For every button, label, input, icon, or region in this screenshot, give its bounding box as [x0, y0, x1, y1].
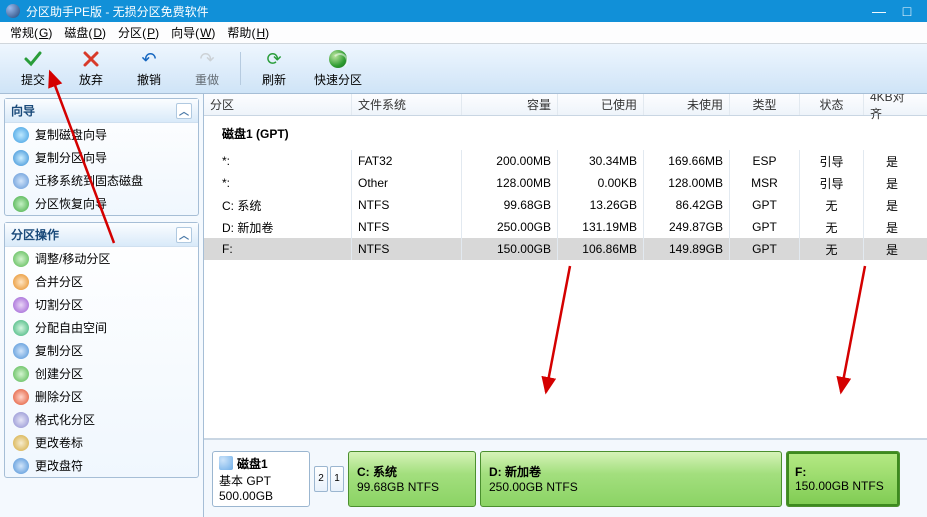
- allocate-icon: [13, 320, 29, 336]
- menu-general[interactable]: 常规(G): [4, 22, 58, 43]
- sidebar: 向导 ︿ 复制磁盘向导 复制分区向导 迁移系统到固态磁盘 分区恢复向导 分区操作…: [0, 94, 204, 517]
- migrate-icon: [13, 173, 29, 189]
- menubar: 常规(G) 磁盘(D) 分区(P) 向导(W) 帮助(H): [0, 22, 927, 44]
- disk-copy-icon: [13, 127, 29, 143]
- th-status[interactable]: 状态: [800, 94, 864, 115]
- recovery-icon: [13, 196, 29, 212]
- discard-button[interactable]: 放弃: [62, 46, 120, 91]
- partition-copy-icon: [13, 150, 29, 166]
- op-copy[interactable]: 复制分区: [5, 339, 198, 362]
- quick-partition-button[interactable]: 快速分区: [303, 46, 373, 91]
- toolbar: 提交 放弃 ↶ 撤销 ↷ 重做 ⟳ 刷新 快速分区: [0, 44, 927, 94]
- undo-icon: ↶: [139, 49, 159, 69]
- op-create[interactable]: 创建分区: [5, 362, 198, 385]
- op-delete[interactable]: 删除分区: [5, 385, 198, 408]
- refresh-icon: ⟳: [264, 49, 284, 69]
- wizard-copy-disk[interactable]: 复制磁盘向导: [5, 123, 198, 146]
- disk-icon: [219, 456, 233, 470]
- op-resize[interactable]: 调整/移动分区: [5, 247, 198, 270]
- toolbar-separator: [240, 52, 241, 85]
- ops-panel-header[interactable]: 分区操作 ︿: [5, 223, 198, 247]
- minimize-button[interactable]: —: [865, 2, 893, 20]
- create-icon: [13, 366, 29, 382]
- commit-button[interactable]: 提交: [4, 46, 62, 91]
- table-row[interactable]: C: 系统NTFS99.68GB13.26GB86.42GBGPT无是: [204, 194, 927, 216]
- wizard-recovery[interactable]: 分区恢复向导: [5, 192, 198, 215]
- op-merge[interactable]: 合并分区: [5, 270, 198, 293]
- collapse-icon[interactable]: ︿: [176, 227, 192, 243]
- check-icon: [23, 49, 43, 69]
- menu-wizard[interactable]: 向导(W): [165, 22, 221, 43]
- collapse-icon[interactable]: ︿: [176, 103, 192, 119]
- ops-panel: 分区操作 ︿ 调整/移动分区 合并分区 切割分区 分配自由空间 复制分区 创建分…: [4, 222, 199, 478]
- redo-icon: ↷: [197, 49, 217, 69]
- partition-box[interactable]: F:150.00GB NTFS: [786, 451, 900, 507]
- table-row[interactable]: *:Other128.00MB0.00KB128.00MBMSR引导是: [204, 172, 927, 194]
- op-label[interactable]: 更改卷标: [5, 431, 198, 454]
- format-icon: [13, 412, 29, 428]
- table-header: 分区 文件系统 容量 已使用 未使用 类型 状态 4KB对齐: [204, 94, 927, 116]
- label-icon: [13, 435, 29, 451]
- op-allocate[interactable]: 分配自由空间: [5, 316, 198, 339]
- disk-visual-bar: 磁盘1 基本 GPT 500.00GB 2 1 C: 系统99.68GB NTF…: [204, 439, 927, 517]
- wizard-panel-header[interactable]: 向导 ︿: [5, 99, 198, 123]
- copy-icon: [13, 343, 29, 359]
- partition-box[interactable]: C: 系统99.68GB NTFS: [348, 451, 476, 507]
- th-4k-align[interactable]: 4KB对齐: [864, 94, 920, 115]
- maximize-button[interactable]: □: [893, 2, 921, 20]
- letter-icon: [13, 458, 29, 474]
- wizard-panel: 向导 ︿ 复制磁盘向导 复制分区向导 迁移系统到固态磁盘 分区恢复向导: [4, 98, 199, 216]
- th-partition[interactable]: 分区: [204, 94, 352, 115]
- wizard-migrate-ssd[interactable]: 迁移系统到固态磁盘: [5, 169, 198, 192]
- content-area: 分区 文件系统 容量 已使用 未使用 类型 状态 4KB对齐 磁盘1 (GPT)…: [204, 94, 927, 517]
- merge-icon: [13, 274, 29, 290]
- th-free[interactable]: 未使用: [644, 94, 730, 115]
- resize-icon: [13, 251, 29, 267]
- op-letter[interactable]: 更改盘符: [5, 454, 198, 477]
- table-row[interactable]: D: 新加卷NTFS250.00GB131.19MB249.87GBGPT无是: [204, 216, 927, 238]
- th-used[interactable]: 已使用: [558, 94, 644, 115]
- menu-disk[interactable]: 磁盘(D): [58, 22, 112, 43]
- split-icon: [13, 297, 29, 313]
- mini-btn-2[interactable]: 2: [314, 466, 328, 492]
- titlebar: 分区助手PE版 - 无损分区免费软件 — □: [0, 0, 927, 22]
- th-capacity[interactable]: 容量: [462, 94, 558, 115]
- th-filesystem[interactable]: 文件系统: [352, 94, 462, 115]
- disk-info-box[interactable]: 磁盘1 基本 GPT 500.00GB: [212, 451, 310, 507]
- x-icon: [81, 49, 101, 69]
- table-row[interactable]: *:FAT32200.00MB30.34MB169.66MBESP引导是: [204, 150, 927, 172]
- op-format[interactable]: 格式化分区: [5, 408, 198, 431]
- mini-btn-1[interactable]: 1: [330, 466, 344, 492]
- undo-button[interactable]: ↶ 撤销: [120, 46, 178, 91]
- menu-partition[interactable]: 分区(P): [112, 22, 165, 43]
- partition-table: 分区 文件系统 容量 已使用 未使用 类型 状态 4KB对齐 磁盘1 (GPT)…: [204, 94, 927, 439]
- menu-help[interactable]: 帮助(H): [221, 22, 275, 43]
- disk-mini-buttons: 2 1: [314, 466, 344, 492]
- disk-group-title[interactable]: 磁盘1 (GPT): [204, 116, 927, 150]
- op-split[interactable]: 切割分区: [5, 293, 198, 316]
- delete-icon: [13, 389, 29, 405]
- wizard-copy-partition[interactable]: 复制分区向导: [5, 146, 198, 169]
- globe-icon: [328, 49, 348, 69]
- refresh-button[interactable]: ⟳ 刷新: [245, 46, 303, 91]
- partition-box[interactable]: D: 新加卷250.00GB NTFS: [480, 451, 782, 507]
- window-title: 分区助手PE版 - 无损分区免费软件: [26, 3, 865, 20]
- redo-button[interactable]: ↷ 重做: [178, 46, 236, 91]
- table-row[interactable]: F:NTFS150.00GB106.86MB149.89GBGPT无是: [204, 238, 927, 260]
- app-icon: [6, 4, 20, 18]
- th-type[interactable]: 类型: [730, 94, 800, 115]
